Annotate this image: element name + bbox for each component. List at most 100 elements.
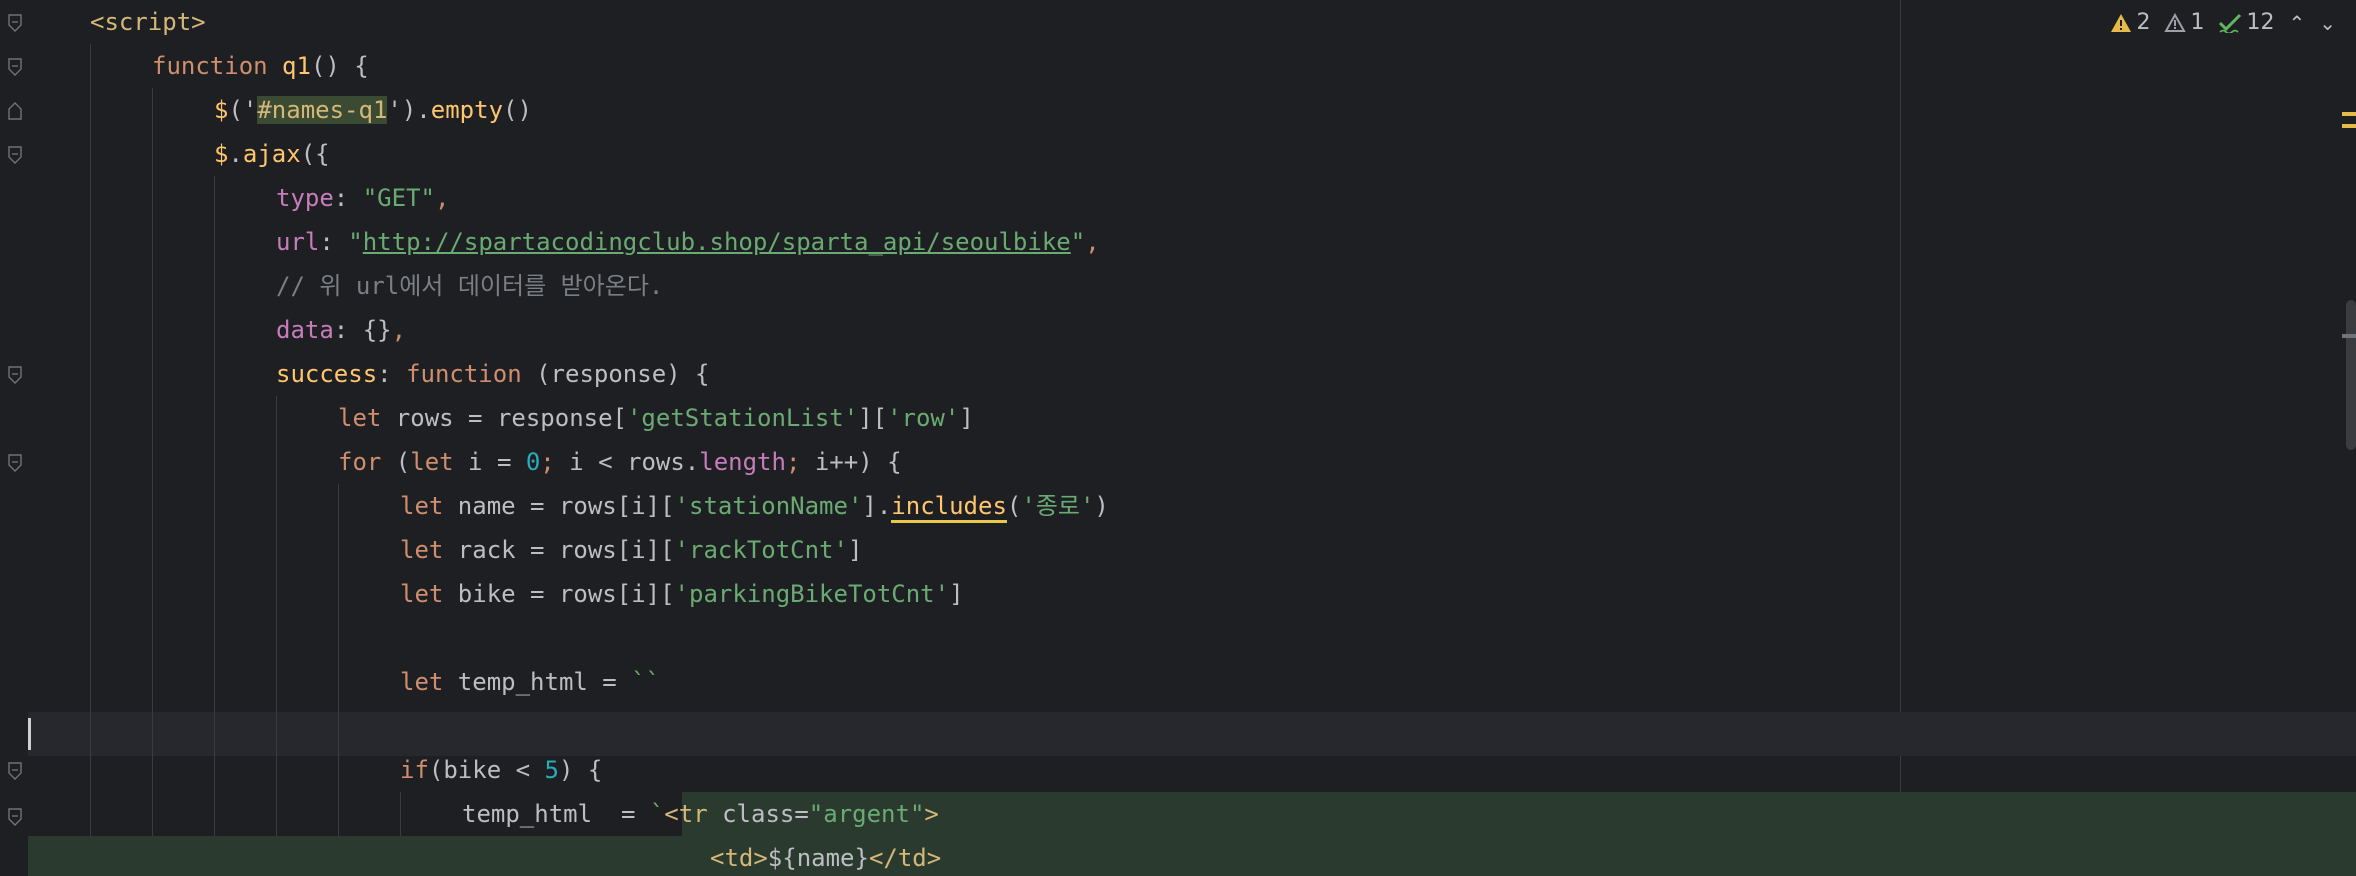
code-token: : — [319, 228, 349, 256]
next-highlight-icon[interactable]: ⌄ — [2319, 11, 2336, 35]
code-line[interactable]: success: function (response) { — [0, 352, 710, 396]
weak-warnings-indicator[interactable]: 1 — [2164, 10, 2204, 35]
code-line[interactable]: function q1() { — [0, 44, 369, 88]
warning-marker[interactable] — [2342, 124, 2356, 128]
code-token: <td> — [710, 844, 768, 872]
warning-icon — [2111, 13, 2132, 32]
code-token: 0 — [525, 448, 541, 476]
code-token: let — [410, 448, 469, 476]
code-token: i++) { — [814, 448, 902, 476]
code-token: http://spartacodingclub.shop/sparta_api/… — [362, 228, 1071, 256]
typos-count: 12 — [2246, 10, 2275, 35]
code-token: success — [276, 360, 378, 388]
weak-warning-icon — [2164, 12, 2187, 32]
code-line[interactable]: let rows = response['getStationList']['r… — [0, 396, 974, 440]
typos-indicator[interactable]: 12 — [2218, 10, 2274, 35]
code-token: temp_html = — [457, 668, 632, 696]
code-line[interactable]: let rack = rows[i]['rackTotCnt'] — [0, 528, 862, 572]
code-token: </td> — [868, 844, 942, 872]
code-token: bike = rows[i][ — [457, 580, 675, 608]
code-token: (bike < — [428, 756, 545, 784]
weak-warnings-count: 1 — [2190, 10, 2205, 35]
code-token: // 위 url에서 데이터를 받아온다. — [276, 272, 664, 300]
code-line[interactable]: let temp_html = `` — [0, 660, 660, 704]
code-token: $ — [214, 96, 229, 124]
code-line[interactable]: // 위 url에서 데이터를 받아온다. — [0, 264, 663, 308]
code-token: empty — [430, 96, 504, 124]
code-token: data — [276, 316, 334, 344]
code-token: name = rows[i][ — [457, 492, 675, 520]
previous-highlight-icon[interactable]: ⌃ — [2288, 11, 2305, 35]
code-token: for — [338, 448, 396, 476]
code-token: ) — [1094, 492, 1109, 520]
code-line[interactable]: temp_html = `<tr class="argent"> — [462, 792, 2356, 836]
code-token: #names-q1 — [257, 96, 388, 124]
code-line[interactable]: url: "http://spartacodingclub.shop/spart… — [0, 220, 1100, 264]
typo-check-icon — [2219, 13, 2242, 33]
code-token: 'parkingBikeTotCnt' — [674, 580, 950, 608]
code-token: ] — [847, 536, 863, 564]
code-token: ][ — [858, 404, 888, 432]
code-token: let — [400, 580, 458, 608]
code-token: , — [1085, 228, 1100, 256]
code-token: function — [406, 360, 537, 388]
code-token: . — [228, 140, 243, 168]
code-line[interactable]: type: "GET", — [0, 176, 449, 220]
code-line[interactable]: <script> — [0, 0, 206, 44]
code-line[interactable]: data: {}, — [0, 308, 406, 352]
code-line[interactable]: for (let i = 0; i < rows.length; i++) { — [0, 440, 902, 484]
code-token: (response) { — [536, 360, 710, 388]
vertical-scrollbar[interactable] — [2342, 0, 2356, 876]
warnings-indicator[interactable]: 2 — [2110, 10, 2150, 35]
code-line[interactable]: $.ajax({ — [0, 132, 330, 176]
warnings-count: 2 — [2136, 10, 2151, 35]
code-token: : — [333, 184, 363, 212]
code-token: : {} — [333, 316, 392, 344]
code-line[interactable]: if(bike < 5) { — [0, 748, 602, 792]
code-token: i = — [468, 448, 526, 476]
code-line[interactable]: let bike = rows[i]['parkingBikeTotCnt'] — [0, 572, 964, 616]
code-line[interactable]: <td>${name}</td> — [28, 836, 2356, 876]
code-token: length — [699, 448, 786, 476]
code-token: " — [348, 228, 363, 256]
code-token: <script> — [90, 8, 206, 36]
code-token: ${name} — [767, 844, 869, 872]
code-token: `` — [631, 668, 661, 696]
code-token: ] — [949, 580, 964, 608]
inspection-widget[interactable]: 2 1 12 ⌃ ⌄ — [2110, 10, 2336, 35]
code-token: ajax — [242, 140, 301, 168]
code-token: () — [503, 96, 532, 124]
code-area[interactable]: <script> function q1() {$('#names-q1').em… — [0, 0, 2356, 876]
code-token: ( — [395, 448, 411, 476]
code-token: 'row' — [887, 404, 960, 432]
code-token: '). — [387, 96, 431, 124]
code-token: 'stationName' — [674, 492, 863, 520]
code-editor[interactable]: <script> function q1() {$('#names-q1').em… — [0, 0, 2356, 876]
code-token: let — [400, 536, 458, 564]
code-token: ] — [959, 404, 974, 432]
code-token: 'rackTotCnt' — [674, 536, 848, 564]
code-token: (' — [228, 96, 258, 124]
warning-marker[interactable] — [2342, 112, 2356, 116]
code-token: let — [400, 668, 458, 696]
code-token: rows = response[ — [395, 404, 627, 432]
code-token: ]. — [862, 492, 892, 520]
code-token: temp_html = — [462, 800, 650, 828]
code-line[interactable]: let name = rows[i]['stationName'].includ… — [0, 484, 1109, 528]
code-line[interactable]: $('#names-q1').empty() — [0, 88, 532, 132]
code-token: , — [391, 316, 407, 344]
code-token: class= — [722, 800, 809, 828]
code-token: url — [276, 228, 320, 256]
code-token: function — [152, 52, 283, 80]
code-token: includes — [891, 492, 1007, 523]
text-caret — [28, 718, 31, 750]
code-token: > — [924, 800, 939, 828]
code-token: ) { — [558, 756, 603, 784]
code-token: " — [1070, 228, 1086, 256]
code-token: <tr — [664, 800, 723, 828]
code-token: i < rows. — [569, 448, 700, 476]
code-token: ; — [540, 448, 570, 476]
code-token: "argent" — [808, 800, 925, 828]
scrollbar-thumb[interactable] — [2346, 300, 2356, 450]
info-marker[interactable] — [2342, 334, 2356, 338]
